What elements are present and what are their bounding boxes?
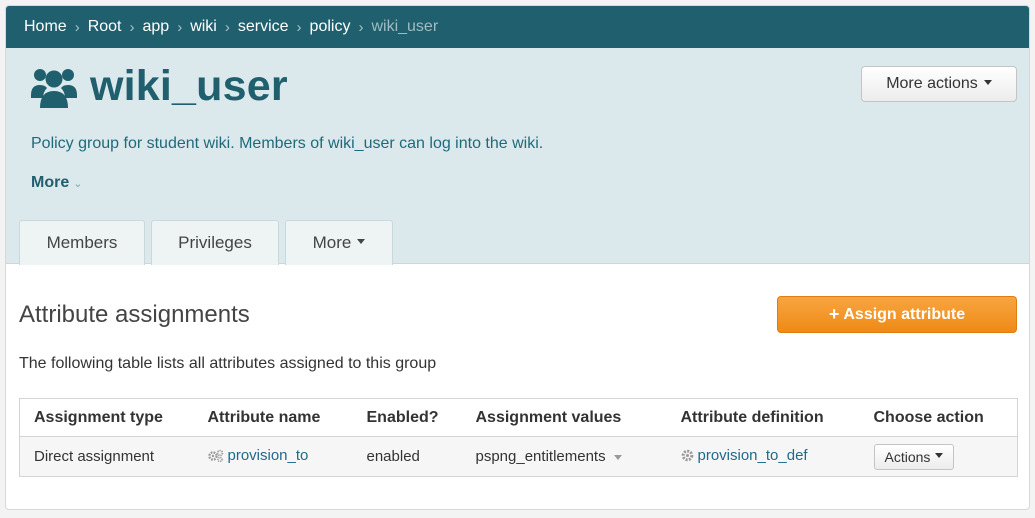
tab-privileges[interactable]: Privileges — [151, 220, 279, 265]
column-header: Attribute name — [193, 398, 353, 437]
caret-down-icon — [935, 453, 944, 458]
more-toggle-label: More — [31, 174, 70, 191]
gears-icon — [207, 449, 224, 466]
column-header: Attribute definition — [666, 398, 860, 437]
attribute-definition-link[interactable]: provision_to_def — [698, 447, 808, 464]
table-header-row: Assignment type Attribute name Enabled? … — [19, 398, 1018, 437]
breadcrumb-separator: › — [177, 18, 183, 36]
breadcrumb-root[interactable]: Root — [88, 18, 122, 36]
action-cell: Actions — [859, 436, 1018, 477]
column-header: Enabled? — [352, 398, 462, 437]
table-row: Direct assignment provision_to enabled p… — [19, 436, 1018, 477]
tab-label: Privileges — [178, 233, 252, 252]
breadcrumb-wiki[interactable]: wiki — [190, 18, 217, 36]
gear-icon — [681, 449, 694, 466]
plus-icon: + — [828, 304, 840, 324]
breadcrumb: Home › Root › app › wiki › service › pol… — [6, 6, 1029, 48]
tab-bar: Members Privileges More — [19, 220, 399, 265]
breadcrumb-separator: › — [224, 18, 230, 36]
title-row: wiki_user — [30, 62, 288, 111]
assign-attribute-button[interactable]: + Assign attribute — [777, 296, 1017, 333]
more-actions-label: More actions — [886, 75, 978, 92]
column-header: Assignment type — [19, 398, 194, 437]
attribute-table: Assignment type Attribute name Enabled? … — [19, 398, 1018, 477]
group-header: wiki_user More actions Policy group for … — [6, 48, 1029, 265]
breadcrumb-home[interactable]: Home — [24, 18, 67, 36]
attribute-name-link[interactable]: provision_to — [228, 447, 309, 464]
assignment-type-cell: Direct assignment — [19, 436, 194, 477]
breadcrumb-separator: › — [129, 18, 135, 36]
dropdown-arrow-icon[interactable] — [613, 455, 622, 460]
breadcrumb-service[interactable]: service — [238, 18, 289, 36]
tab-more[interactable]: More — [285, 220, 393, 265]
attribute-name-cell: provision_to — [193, 436, 353, 477]
app-frame: Home › Root › app › wiki › service › pol… — [5, 5, 1030, 510]
more-toggle[interactable]: More ⌄ — [31, 174, 82, 192]
actions-button[interactable]: Actions — [873, 443, 955, 470]
enabled-cell: enabled — [352, 436, 462, 477]
section-description: The following table lists all attributes… — [19, 355, 437, 372]
users-icon — [30, 63, 78, 111]
column-header: Assignment values — [461, 398, 667, 437]
tab-members[interactable]: Members — [19, 220, 145, 265]
caret-down-icon — [357, 238, 366, 244]
attribute-definition-cell: provision_to_def — [666, 436, 860, 477]
column-header: Choose action — [859, 398, 1018, 437]
page-title: wiki_user — [90, 62, 288, 110]
tab-label: Members — [46, 233, 118, 252]
breadcrumb-app[interactable]: app — [142, 18, 169, 36]
breadcrumb-separator: › — [74, 18, 80, 36]
breadcrumb-separator: › — [358, 18, 364, 36]
group-description: Policy group for student wiki. Members o… — [31, 135, 544, 152]
chevron-down-icon: ⌄ — [73, 178, 83, 190]
caret-down-icon — [983, 79, 992, 85]
assign-attribute-label: Assign attribute — [843, 305, 966, 323]
breadcrumb-separator: › — [296, 18, 302, 36]
actions-label: Actions — [884, 448, 931, 465]
more-actions-button[interactable]: More actions — [861, 66, 1017, 102]
breadcrumb-policy[interactable]: policy — [310, 18, 351, 36]
breadcrumb-current: wiki_user — [371, 18, 439, 35]
section-title: Attribute assignments — [19, 301, 250, 328]
tab-label: More — [312, 233, 352, 252]
assignment-values-cell: pspng_entitlements — [461, 436, 667, 477]
assignment-values-text: pspng_entitlements — [475, 448, 606, 465]
